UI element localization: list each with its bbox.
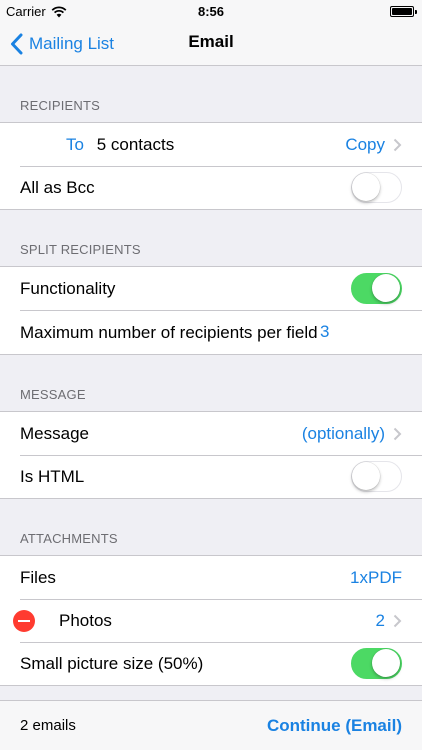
functionality-toggle[interactable] — [351, 273, 402, 304]
is-html-toggle[interactable] — [351, 461, 402, 492]
section-header-message: MESSAGE — [20, 387, 86, 402]
section-header-split: SPLIT RECIPIENTS — [20, 242, 141, 257]
recipients-group: To 5 contacts Copy All as Bcc — [0, 122, 422, 210]
toggle-knob — [372, 274, 400, 302]
to-row-text: To 5 contacts — [20, 134, 345, 155]
bcc-toggle[interactable] — [351, 172, 402, 203]
to-value: 5 contacts — [96, 135, 175, 154]
chevron-right-icon — [393, 138, 402, 151]
functionality-row: Functionality — [0, 267, 422, 310]
small-picture-label: Small picture size (50%) — [20, 654, 204, 673]
toggle-knob — [372, 649, 400, 677]
files-label: Files — [20, 568, 56, 587]
clock: 8:56 — [197, 4, 225, 19]
navigation-bar: Mailing List Email — [0, 22, 422, 66]
status-bar: Carrier 8:56 — [0, 0, 422, 22]
photos-value: 2 — [375, 610, 385, 630]
message-group: Message (optionally) Is HTML — [0, 411, 422, 499]
message-row[interactable]: Message (optionally) — [0, 412, 422, 455]
recipients-to-row[interactable]: To 5 contacts Copy — [0, 123, 422, 166]
bcc-label: All as Bcc — [20, 178, 95, 197]
message-value: (optionally) — [301, 423, 385, 443]
small-picture-row: Small picture size (50%) — [0, 642, 422, 685]
photos-label: Photos — [59, 611, 112, 630]
files-row[interactable]: Files 1xPDF — [0, 556, 422, 599]
is-html-label: Is HTML — [20, 467, 85, 486]
settings-list: RECIPIENTS To 5 contacts Copy All as Bcc… — [0, 66, 422, 686]
max-recipients-row[interactable]: Maximum number of recipients per field 3 — [0, 310, 422, 354]
message-label: Message — [20, 424, 89, 443]
toggle-knob — [352, 173, 380, 201]
bottom-toolbar: 2 emails Continue (Email) — [0, 700, 422, 750]
to-label: To — [66, 135, 84, 154]
chevron-right-icon — [393, 614, 402, 627]
split-group: Functionality Maximum number of recipien… — [0, 266, 422, 355]
battery-icon — [390, 6, 417, 17]
functionality-label: Functionality — [20, 279, 116, 298]
small-picture-toggle[interactable] — [351, 648, 402, 679]
section-header-attachments: ATTACHMENTS — [20, 531, 118, 546]
email-count: 2 emails — [20, 717, 76, 734]
battery-level — [392, 8, 412, 15]
all-as-bcc-row: All as Bcc — [0, 166, 422, 209]
files-value: 1xPDF — [350, 567, 402, 587]
continue-button[interactable]: Continue (Email) — [267, 716, 402, 736]
toggle-knob — [352, 462, 380, 490]
max-recipients-value: 3 — [320, 322, 330, 341]
section-header-recipients: RECIPIENTS — [20, 98, 101, 113]
top-bar: Carrier 8:56 Mailing List Email — [0, 0, 422, 66]
page-title: Email — [188, 32, 234, 51]
copy-button[interactable]: Copy — [345, 135, 385, 155]
chevron-right-icon — [393, 427, 402, 440]
max-recipients-label: Maximum number of recipients per field — [20, 322, 318, 342]
is-html-row: Is HTML — [0, 455, 422, 498]
delete-icon[interactable] — [13, 610, 35, 632]
photos-row[interactable]: Photos 2 — [0, 599, 422, 642]
attachments-group: Files 1xPDF Photos 2 Small picture size … — [0, 555, 422, 686]
